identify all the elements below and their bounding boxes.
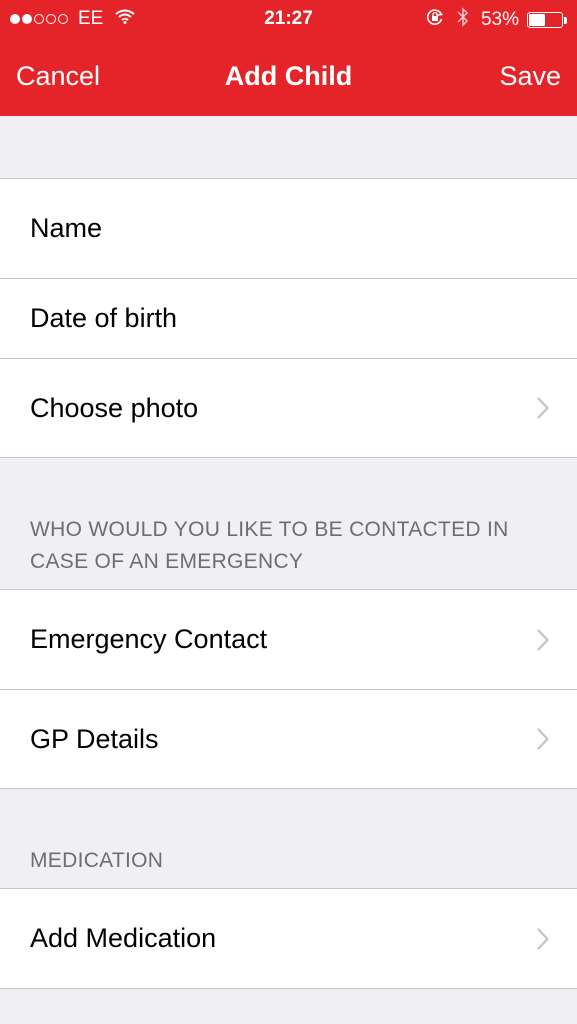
rotation-lock-icon [425,7,445,33]
chevron-right-icon [537,397,549,419]
gp-details-row[interactable]: GP Details [0,689,577,788]
medication-section-header: MEDICATION [30,849,164,872]
date-of-birth-label: Date of birth [30,303,178,333]
choose-photo-label: Choose photo [30,392,199,423]
bluetooth-icon [457,7,469,33]
emergency-contact-label: Emergency Contact [30,624,268,654]
chevron-right-icon [537,628,549,651]
gp-details-label: GP Details [30,723,159,754]
date-of-birth-row[interactable]: Date of birth [0,278,577,358]
emergency-section-header: WHO WOULD YOU LIKE TO BE CONTACTED IN CA… [30,518,509,573]
save-button[interactable]: Save [499,60,561,92]
child-info-group: Name Date of birth Choose photo [0,178,577,458]
medication-group: Add Medication [0,888,577,989]
add-medication-label: Add Medication [30,923,217,953]
status-bar-right: 53% [425,7,567,33]
battery-tip [564,16,567,24]
name-label: Name [30,213,103,243]
name-row[interactable]: Name [0,179,577,278]
add-medication-row[interactable]: Add Medication [0,889,577,988]
chevron-right-icon [537,927,549,950]
battery-icon [527,12,563,28]
choose-photo-row[interactable]: Choose photo [0,358,577,457]
chevron-right-icon [537,728,549,750]
navigation-header: EE 21:27 53% Cancel Add Child Save [0,0,577,116]
emergency-group: Emergency Contact GP Details [0,589,577,789]
emergency-contact-row[interactable]: Emergency Contact [0,590,577,689]
page-title: Add Child [224,61,353,91]
battery-percent: 53% [480,9,519,30]
status-bar: EE 21:27 53% [0,0,577,38]
battery-level [529,14,545,26]
